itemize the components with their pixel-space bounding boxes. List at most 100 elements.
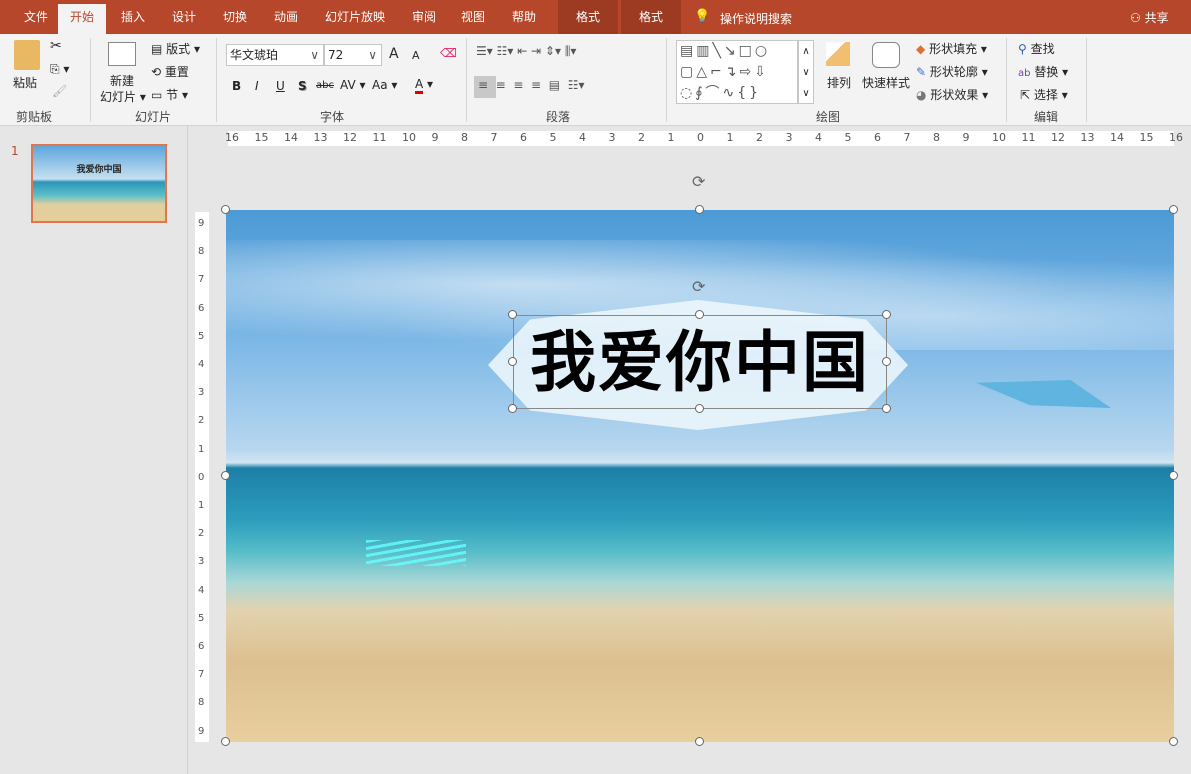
shape-outline-button[interactable]: ✎ 形状轮廓 ▾ [916, 63, 988, 80]
resize-handle[interactable] [695, 404, 704, 413]
bullets-button[interactable]: ☰▾ ☷▾ ⇤ ⇥ ⇕▾ ⫼▾ [476, 44, 576, 59]
ruler-tick-label: 13 [1081, 131, 1095, 144]
tab-5[interactable]: 动画 [262, 0, 310, 34]
resize-handle[interactable] [221, 205, 230, 214]
cut-icon[interactable]: ✂ [50, 38, 62, 54]
slide-thumbnail-1[interactable]: 我爱你中国 [31, 144, 167, 223]
gallery-scroll[interactable]: ∧∨∨ [798, 40, 814, 104]
resize-handle[interactable] [695, 737, 704, 746]
italic-button[interactable]: I [255, 79, 259, 93]
reset-button[interactable]: ⟲ 重置 [151, 63, 189, 80]
resize-handle[interactable] [221, 471, 230, 480]
shapes-gallery[interactable]: ▤▥╲↘□○▢△⌐↴⇨⇩◌∮⌒∿{} [676, 40, 798, 104]
resize-handle[interactable] [882, 310, 891, 319]
shrink-font-button[interactable]: A [412, 49, 420, 62]
vertical-ruler: 9876543210123456789 [195, 212, 209, 742]
tab-1[interactable]: 开始 [58, 4, 106, 34]
replace-icon: ab [1018, 68, 1030, 79]
align-buttons[interactable]: ≡ ≡ ≡ ≡ ▤ ☷▾ [478, 78, 584, 92]
shadow-button[interactable]: S [298, 79, 307, 93]
strikethrough-button[interactable]: abc [316, 80, 334, 91]
shape-fill-button[interactable]: ◆ 形状填充 ▾ [916, 40, 987, 57]
ruler-tick-label: 5 [198, 613, 204, 624]
shape-outline-label: 形状轮廓 [930, 65, 978, 79]
section-button[interactable]: ▭ 节 ▾ [151, 86, 188, 103]
layout-button[interactable]: ▤ 版式 ▾ [151, 40, 200, 57]
copy-icon[interactable]: ⎘ ▾ [50, 62, 69, 77]
resize-handle[interactable] [1169, 471, 1178, 480]
ruler-tick-label: 3 [198, 387, 204, 398]
rotate-handle-icon[interactable]: ⟳ [692, 277, 705, 296]
ruler-tick-label: 5 [198, 331, 204, 342]
ruler-tick-label: 1 [668, 131, 675, 144]
paste-button[interactable]: 粘贴 [13, 74, 37, 91]
new-slide-dropdown[interactable]: 幻灯片 ▾ [100, 88, 146, 105]
resize-handle[interactable] [508, 404, 517, 413]
underline-button[interactable]: U [276, 79, 285, 93]
resize-handle[interactable] [695, 205, 704, 214]
ruler-tick-label: 12 [1051, 131, 1065, 144]
resize-handle[interactable] [882, 404, 891, 413]
font-color-button[interactable]: A ▾ [415, 77, 433, 91]
tab-2[interactable]: 插入 [109, 0, 157, 34]
ruler-tick-label: 10 [402, 131, 416, 144]
new-slide-button[interactable]: 新建 [110, 72, 134, 89]
font-color-label: A [415, 77, 423, 94]
resize-handle[interactable] [1169, 205, 1178, 214]
ruler-tick-label: 14 [284, 131, 298, 144]
tab-4[interactable]: 切换 [211, 0, 259, 34]
resize-handle[interactable] [1169, 737, 1178, 746]
chevron-down-icon: ∨ [310, 45, 319, 65]
quick-styles-icon [872, 42, 900, 68]
quick-styles-button[interactable]: 快速样式 [862, 74, 910, 91]
tab-7[interactable]: 审阅 [400, 0, 448, 34]
ruler-tick-label: 6 [198, 641, 204, 652]
tab-6[interactable]: 幻灯片放映 [313, 0, 397, 34]
ruler-tick-label: 7 [904, 131, 911, 144]
tell-me-search[interactable]: 操作说明搜索 [720, 10, 792, 27]
bold-button[interactable]: B [232, 79, 241, 93]
format-painter-icon[interactable]: 🖌 [52, 84, 67, 98]
tab-10[interactable]: 格式 [558, 0, 618, 34]
change-case-button[interactable]: Aa ▾ [372, 78, 397, 92]
resize-handle[interactable] [882, 357, 891, 366]
clear-formatting-icon[interactable]: ⌫ [440, 46, 457, 60]
cursor-icon: ⇱ [1020, 88, 1030, 102]
title-textbox[interactable]: 我爱你中国 [513, 315, 887, 409]
find-button[interactable]: ⚲ 查找 [1018, 40, 1055, 57]
ruler-tick-label: 12 [343, 131, 357, 144]
share-button[interactable]: ⚇ 共享 [1130, 9, 1169, 26]
ruler-tick-label: 9 [963, 131, 970, 144]
paint-bucket-icon: ◆ [916, 42, 925, 56]
font-size-combo[interactable]: 72∨ [324, 44, 382, 66]
resize-handle[interactable] [221, 737, 230, 746]
tab-11[interactable]: 格式 [621, 0, 681, 34]
shape-effects-button[interactable]: ◕ 形状效果 ▾ [916, 86, 988, 103]
arrange-button[interactable]: 排列 [827, 74, 851, 91]
new-slide-label-2: 幻灯片 [100, 90, 136, 104]
tab-8[interactable]: 视图 [449, 0, 497, 34]
tab-3[interactable]: 设计 [160, 0, 208, 34]
resize-handle[interactable] [695, 310, 704, 319]
resize-handle[interactable] [508, 310, 517, 319]
ruler-tick-label: 7 [491, 131, 498, 144]
ruler-tick-label: 6 [874, 131, 881, 144]
ribbon: 粘贴 ✂ ⎘ ▾ 🖌 剪贴板 新建 幻灯片 ▾ ▤ 版式 ▾ ⟲ 重置 ▭ 节 … [0, 34, 1191, 126]
rotate-handle-icon[interactable]: ⟳ [692, 172, 705, 191]
ribbon-tabs: 文件开始插入设计切换动画幻灯片放映审阅视图帮助格式格式 💡 操作说明搜索 ⚇ 共… [0, 0, 1191, 34]
tab-9[interactable]: 帮助 [500, 0, 548, 34]
thumbnail-title: 我爱你中国 [76, 165, 121, 175]
ruler-tick-label: 5 [845, 131, 852, 144]
replace-button[interactable]: ab 替换 ▾ [1018, 63, 1068, 80]
paste-icon [14, 40, 40, 70]
tab-0[interactable]: 文件 [12, 0, 60, 34]
grow-font-button[interactable]: A [389, 46, 399, 62]
ruler-tick-label: 0 [198, 472, 204, 483]
ruler-tick-label: 4 [198, 585, 204, 596]
ruler-tick-label: 3 [786, 131, 793, 144]
select-button[interactable]: ⇱ 选择 ▾ [1020, 86, 1068, 103]
ruler-tick-label: 2 [756, 131, 763, 144]
resize-handle[interactable] [508, 357, 517, 366]
font-name-combo[interactable]: 华文琥珀∨ [226, 44, 324, 66]
char-spacing-button[interactable]: AV ▾ [340, 78, 366, 92]
